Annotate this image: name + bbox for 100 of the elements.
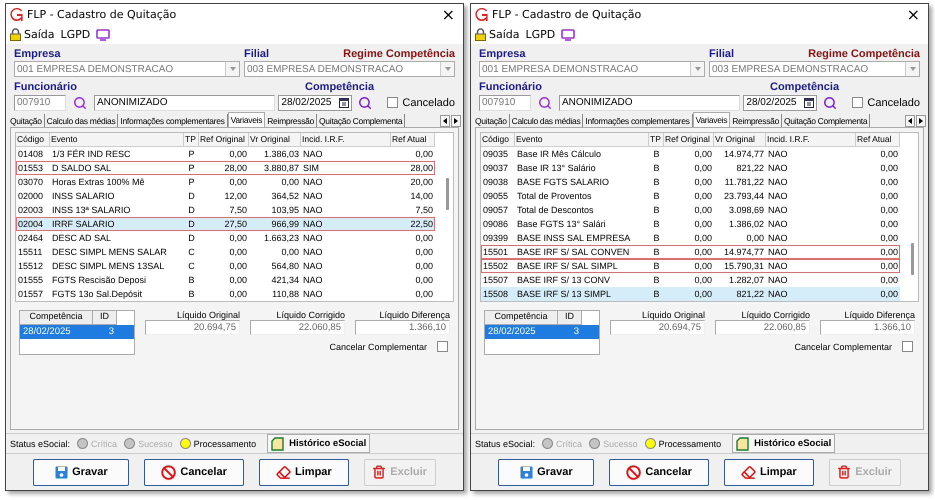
exit-button[interactable]: Saída	[475, 28, 520, 41]
column-header[interactable]: Evento	[515, 133, 649, 147]
trash-icon	[837, 465, 852, 479]
close-button[interactable]: ×	[904, 6, 922, 22]
search-icon[interactable]	[823, 96, 838, 110]
tab[interactable]: Variaveis	[228, 112, 266, 127]
total-field: 22.060,85	[250, 320, 345, 335]
clear-button[interactable]: Limpar	[724, 458, 814, 486]
employee-name-field[interactable]: ANONIMIZADO	[94, 94, 276, 110]
column-header: Competência	[485, 311, 558, 325]
table-cell-text: 12,00	[223, 190, 248, 202]
table-cell-text: B	[187, 274, 196, 286]
table-cell-text: 0,00	[414, 288, 434, 300]
column-header[interactable]: Incid. I.R.F.	[766, 133, 856, 147]
table-cell-text: 0,00	[879, 204, 899, 216]
status-label: Status eSocial:	[475, 438, 536, 448]
tab[interactable]: Variaveis	[692, 112, 730, 127]
table-row[interactable]: 02004 IRRF SALARIO D 27,50 966,99 NAO 22,50	[16, 217, 435, 231]
table-cell-text: 15501	[482, 246, 510, 258]
employee-code-field[interactable]: 007910	[14, 94, 66, 110]
table-cell-text: 0,00	[879, 176, 899, 188]
save-button[interactable]: Gravar	[498, 458, 594, 486]
monitor-icon[interactable]	[561, 28, 576, 40]
employee-code-field[interactable]: 007910	[479, 94, 531, 110]
table-row[interactable]: 01408 1/3 FÉR IND RESC P 0,00 1.386,03 NAO 0,00	[16, 147, 435, 161]
table-cell-text: B	[652, 218, 660, 230]
table-cell-text: NAO	[767, 204, 789, 216]
employee-name-field[interactable]: ANONIMIZADO	[559, 94, 740, 110]
table-cell-text: NAO	[302, 246, 324, 258]
column-header[interactable]: Ref Atual	[856, 133, 900, 147]
table-cell-text: 02003	[17, 204, 44, 216]
table-cell-text: 15512	[17, 260, 44, 272]
floppy-icon	[55, 466, 68, 478]
tab-scroll-left[interactable]	[440, 115, 450, 127]
tab-scroll-right[interactable]	[451, 115, 461, 127]
search-icon[interactable]	[358, 96, 372, 110]
column-header[interactable]: TP	[184, 133, 199, 147]
monitor-icon[interactable]	[96, 28, 110, 40]
table-row[interactable]: 09035 Base IR Mês Cálculo B 0,00 14.974,77 NAO 0,00	[481, 147, 900, 161]
cancel-button[interactable]: Cancelar	[144, 458, 244, 486]
table-cell-text: 0,00	[693, 246, 713, 258]
column-header[interactable]: Ref Original	[199, 133, 249, 147]
column-header[interactable]: Código	[16, 133, 50, 147]
exit-button[interactable]: Saída	[10, 28, 55, 41]
table-cell-text: P	[187, 176, 196, 188]
column-header[interactable]: Ref Atual	[391, 133, 435, 147]
table-cell-text: B	[187, 288, 196, 300]
cancelado-checkbox[interactable]: Cancelado	[387, 96, 455, 108]
table-row[interactable]: 01557 FGTS 13o Sal.Depósit B 0,00 110,88 NAO 0,00	[16, 287, 435, 301]
table-row[interactable]: 15501 BASE IRF S/ SAL CONVEN B 0,00 14.974,77 NAO 0,00	[481, 245, 900, 259]
date-field[interactable]: 28/02/2025	[278, 94, 352, 110]
tab-scroll-left[interactable]	[905, 115, 915, 127]
tab-scroll-right[interactable]	[916, 115, 926, 127]
table-cell-text: NAO	[767, 288, 789, 300]
search-icon[interactable]	[538, 96, 552, 110]
history-button[interactable]: Histórico eSocial	[267, 434, 370, 453]
save-button[interactable]: Gravar	[33, 458, 130, 486]
table-cell-text: 11.781,22	[724, 176, 765, 188]
column-header[interactable]: TP	[649, 133, 664, 147]
table-cell-text: 0,00	[228, 176, 248, 188]
table-row[interactable]: 15508 BASE IRF S/ 13 SIMPL B 0,00 821,22 NAO 0,00	[481, 287, 900, 301]
period-row[interactable]: 28/02/2025 3	[20, 325, 134, 339]
clear-button[interactable]: Limpar	[258, 458, 349, 486]
column-header: ID	[558, 311, 582, 325]
column-header[interactable]: Evento	[50, 133, 184, 147]
table-cell-text: NAO	[767, 218, 789, 230]
period-row[interactable]: 28/02/2025 3	[485, 325, 599, 339]
lgpd-button[interactable]: LGPD	[526, 28, 556, 41]
cancel-button[interactable]: Cancelar	[609, 458, 710, 486]
table-cell-text: 3	[572, 325, 580, 339]
caret-icon	[230, 66, 236, 72]
column-header[interactable]: Vr Original	[249, 133, 301, 147]
column-header[interactable]: Ref Original	[664, 133, 714, 147]
lgpd-button[interactable]: LGPD	[60, 28, 90, 41]
table-row[interactable]: 09086 Base FGTS 13° Salári B 0,00 1.386,02 NAO 0,00	[481, 217, 900, 231]
trash-icon	[372, 465, 386, 479]
table-cell-text: 15507	[482, 274, 510, 286]
cancel-complement-checkbox[interactable]: Cancelar Complementar	[329, 341, 454, 352]
table-row[interactable]: 15502 BASE IRF S/ SAL SIMPL B 0,00 15.790,31 NAO 0,00	[481, 259, 900, 273]
table-cell-text: Base FGTS 13° Salári	[516, 218, 607, 230]
column-header[interactable]: Vr Original	[714, 133, 766, 147]
column-header[interactable]: Código	[481, 133, 515, 147]
table-row[interactable]: 01553 D SALDO SAL P 28,00 3.880,87 SIM 28,00	[16, 161, 435, 175]
field-label: Funcionário	[14, 81, 78, 93]
table-row[interactable]: 09037 Base IR 13° Salário B 0,00 821,22 NAO 0,00	[481, 161, 900, 175]
cancelado-checkbox[interactable]: Cancelado	[852, 96, 920, 108]
column-header[interactable]: Incid. I.R.F.	[301, 133, 391, 147]
date-field[interactable]: 28/02/2025	[743, 94, 818, 110]
table-cell-text: 3.098,69	[728, 204, 765, 216]
table-cell-text: NAO	[302, 176, 324, 188]
close-button[interactable]: ×	[440, 6, 457, 22]
cancel-complement-checkbox[interactable]: Cancelar Complementar	[794, 341, 919, 352]
search-icon[interactable]	[73, 96, 87, 110]
table-cell-text: 1.386,03	[262, 148, 300, 160]
calendar-icon[interactable]	[339, 98, 350, 108]
status-label: Status eSocial:	[10, 438, 70, 448]
table-cell-text: 0,00	[879, 274, 899, 286]
history-button[interactable]: Histórico eSocial	[732, 434, 836, 453]
table-cell-text: 09399	[482, 232, 510, 244]
calendar-icon[interactable]	[804, 98, 814, 108]
